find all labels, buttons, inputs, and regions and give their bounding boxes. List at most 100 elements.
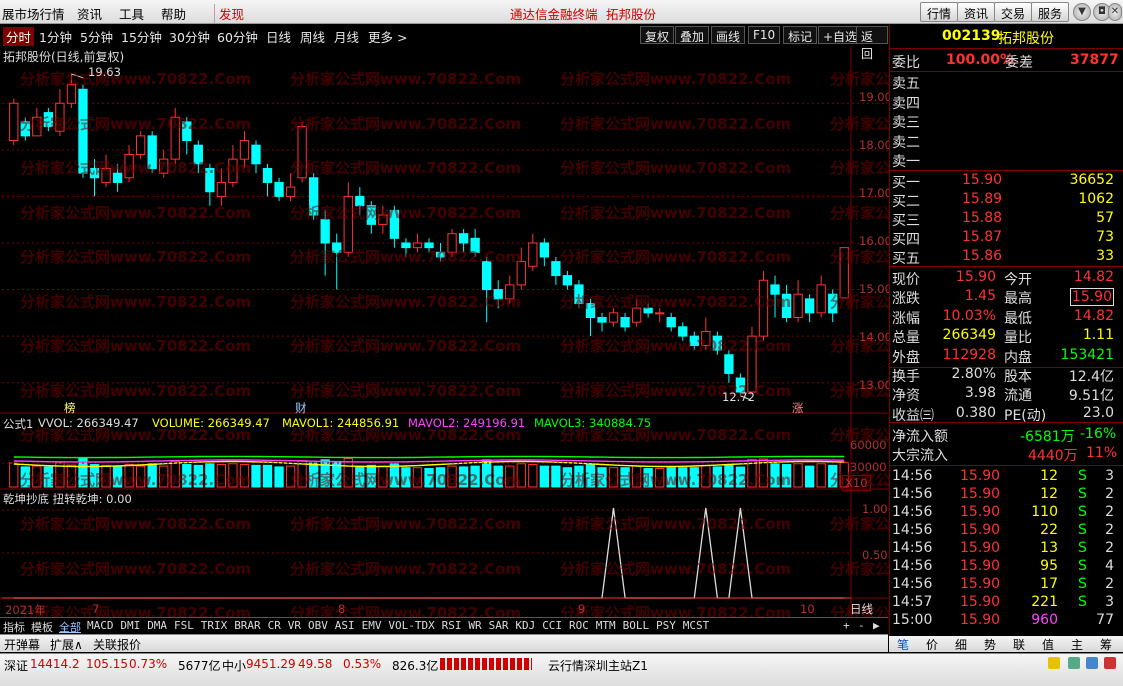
overlay-button[interactable]: 叠加 [675,26,710,44]
sell-level-row[interactable]: 卖二 [890,132,1116,151]
zoom-out-icon[interactable]: - [858,619,865,632]
indicator-tab-emv[interactable]: EMV [362,619,382,632]
top-button-news[interactable]: 资讯 [957,2,996,22]
period-tab-15min[interactable]: 15分钟 [121,27,162,46]
indicator-tab-vol-tdx[interactable]: VOL-TDX [388,619,434,632]
indicator-tab-brar[interactable]: BRAR [234,619,261,632]
zx-index-value[interactable]: 9451.29 [246,657,296,671]
minimize-icon[interactable]: ▼ [1073,3,1091,21]
candle-body [620,317,630,328]
fuquan-button[interactable]: 复权 [640,26,675,44]
network-icon[interactable] [1068,657,1080,669]
volume-bar [20,466,30,488]
period-tab-30min[interactable]: 30分钟 [169,27,210,46]
indicator-tab-cr[interactable]: CR [268,619,281,632]
quote-stat-row: 换手 2.80% 股本 12.4亿 [890,366,1116,385]
right-tab-6[interactable]: 主 [1071,636,1083,653]
mark-button[interactable]: 标记 [783,26,818,44]
right-tab-4[interactable]: 联 [1013,636,1025,653]
period-tab-5min[interactable]: 5分钟 [80,27,113,46]
kline-chart[interactable] [0,46,888,617]
indicator-tab-wr[interactable]: WR [468,619,481,632]
indicator-tab-kdj[interactable]: KDJ [515,619,535,632]
indicator-tab-fsl[interactable]: FSL [174,619,194,632]
sell-level-row[interactable]: 卖四 [890,93,1116,112]
stat-label: 外盘 [892,349,920,366]
vol-formula-label[interactable]: 公式1 [3,416,33,432]
badge-list[interactable]: 榜 [64,400,76,416]
right-tab-7[interactable]: 筹 [1100,636,1112,653]
buy-level-row[interactable]: 买一 15.90 36652 [890,172,1116,191]
sz-index-value[interactable]: 14414.2 [30,657,80,671]
indicator-tab-psy[interactable]: PSY [656,619,676,632]
indicator-tab-模板[interactable]: 模板 [31,619,53,635]
buy-level-row[interactable]: 买二 15.89 1062 [890,191,1116,210]
indicator-tab-vr[interactable]: VR [288,619,301,632]
indicator-tab-roc[interactable]: ROC [569,619,589,632]
sell-level-row[interactable]: 卖一 [890,151,1116,170]
lock-icon[interactable] [1048,657,1060,669]
period-tab-60min[interactable]: 60分钟 [217,27,258,46]
right-tab-0[interactable]: 笔 [897,636,909,653]
right-tab-1[interactable]: 价 [926,636,938,653]
top-button-quote[interactable]: 行情 [920,2,959,22]
scroll-right-icon[interactable]: ▶ [873,619,880,632]
menu-discover[interactable]: 发现 [214,4,244,23]
sound-icon[interactable] [1086,657,1098,669]
alert-icon[interactable] [1104,657,1116,669]
high-price-label: 19.63 [88,65,121,79]
indicator-tab-macd[interactable]: MACD [87,619,114,632]
stat-label: 换手 [892,369,920,385]
danmaku-button[interactable]: 开弹幕 [4,636,40,653]
indicator-tab-sar[interactable]: SAR [489,619,509,632]
indicator-tab-boll[interactable]: BOLL [623,619,650,632]
period-tab-1min[interactable]: 1分钟 [39,27,72,46]
zoom-in-icon[interactable]: + [843,619,850,632]
menu-help[interactable]: 帮助 [161,4,186,23]
indicator-tab-cci[interactable]: CCI [542,619,562,632]
stat-value: 112928 [942,346,996,363]
sell-level-row[interactable]: 卖五 [890,73,1116,92]
badge-limit-up[interactable]: 涨 [792,400,804,416]
indicator-tab-dma[interactable]: DMA [147,619,167,632]
period-tab-more[interactable]: 更多 > [368,27,407,46]
buy-level-row[interactable]: 买五 15.86 33 [890,248,1116,267]
server-name[interactable]: 云行情深圳主站Z1 [548,657,648,674]
back-button[interactable]: 返回 [856,26,888,61]
candle-body [804,298,815,314]
indicator-tab-全部[interactable]: 全部 [59,619,81,635]
indicator-tab-dmi[interactable]: DMI [120,619,140,632]
expand-button[interactable]: 扩展∧ [50,636,83,653]
period-tab-monthly[interactable]: 月线 [334,27,359,46]
draw-line-button[interactable]: 画线 [711,26,746,44]
top-button-service[interactable]: 服务 [1031,2,1070,22]
indicator-tab-asi[interactable]: ASI [335,619,355,632]
close-icon[interactable]: ✕ [1108,3,1122,21]
badge-finance[interactable]: 财 [295,400,307,416]
menu-info[interactable]: 资讯 [77,4,102,23]
sell-level-label: 卖四 [892,95,920,112]
period-tab-weekly[interactable]: 周线 [300,27,325,46]
indicator-tab-mcst[interactable]: MCST [683,619,710,632]
indicator-tab-rsi[interactable]: RSI [442,619,462,632]
volume-bar [389,463,400,488]
top-button-trade[interactable]: 交易 [994,2,1033,22]
buy-level-row[interactable]: 买三 15.88 57 [890,210,1116,229]
indicator-tab-obv[interactable]: OBV [308,619,328,632]
right-tab-3[interactable]: 势 [984,636,996,653]
indicator-tab-指标[interactable]: 指标 [3,619,25,635]
buy-level-row[interactable]: 买四 15.87 73 [890,229,1116,248]
period-tab-timeshare[interactable]: 分时 [3,27,35,46]
menu-market[interactable]: 展市场行情 [2,4,65,23]
period-tab-daily[interactable]: 日线 [266,27,291,46]
right-tab-2[interactable]: 细 [955,636,967,653]
sell-level-row[interactable]: 卖三 [890,112,1116,131]
menu-tools[interactable]: 工具 [119,4,144,23]
f10-button[interactable]: F10 [748,26,781,44]
indicator-tab-trix[interactable]: TRIX [201,619,228,632]
volume-bar [274,466,284,488]
indicator-tab-mtm[interactable]: MTM [596,619,616,632]
volume-bar [643,467,653,488]
related-quote-button[interactable]: 关联报价 [93,636,141,653]
right-tab-5[interactable]: 值 [1042,636,1054,653]
